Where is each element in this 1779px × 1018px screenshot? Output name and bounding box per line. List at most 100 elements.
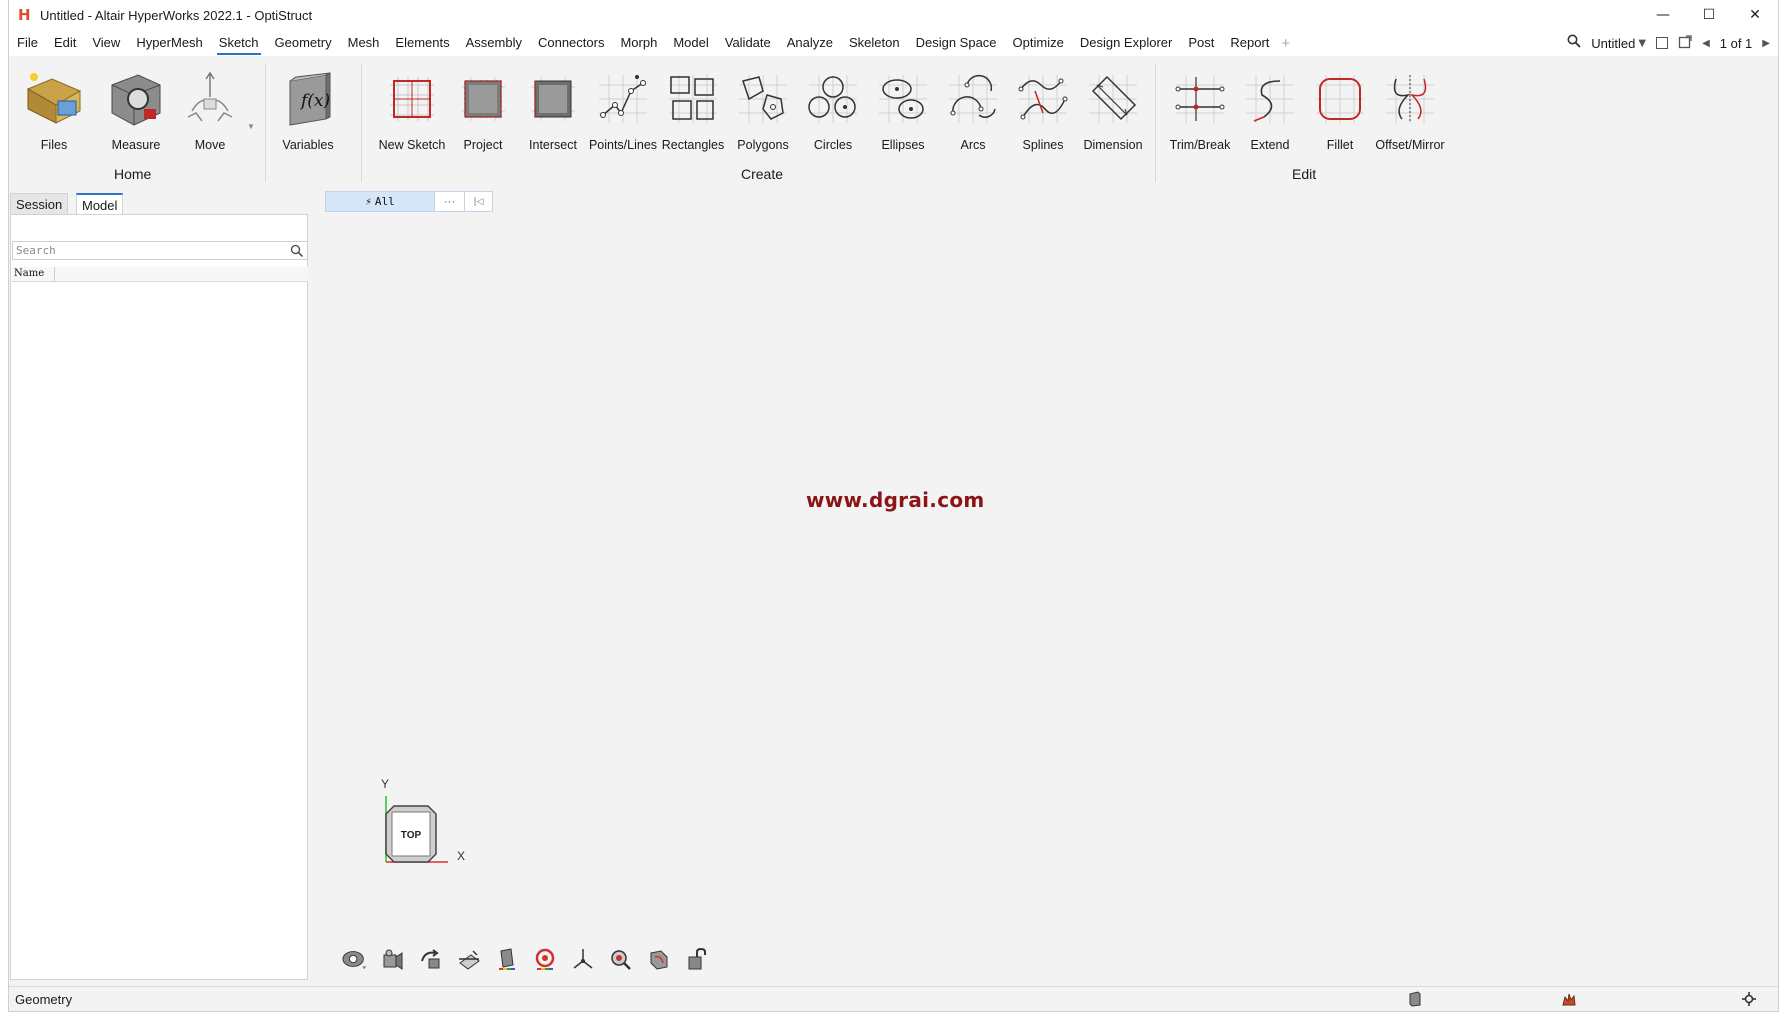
- menu-mesh[interactable]: Mesh: [340, 32, 388, 54]
- rotate-view-icon[interactable]: [418, 946, 444, 972]
- project-label: Project: [463, 138, 503, 152]
- minimize-button[interactable]: —: [1640, 0, 1686, 30]
- graphics-viewport[interactable]: ⚡ All ··· |◁ www.dgrai.com Y X TOP: [310, 190, 1778, 985]
- move-tool[interactable]: Move: [173, 60, 247, 160]
- ellipses-tool[interactable]: Ellipses: [866, 60, 940, 160]
- entity-filter-bar: ⚡ All ··· |◁: [325, 191, 493, 212]
- move-label: Move: [194, 138, 226, 152]
- files-tool[interactable]: Files: [17, 60, 91, 160]
- menu-design-explorer[interactable]: Design Explorer: [1072, 32, 1181, 54]
- function-glyph: f(x): [301, 91, 331, 111]
- measure-tool[interactable]: Measure: [99, 60, 173, 160]
- trim-break-tool[interactable]: Trim/Break: [1163, 60, 1237, 160]
- chevron-down-icon: ▼: [1638, 37, 1647, 49]
- fillet-label: Fillet: [1326, 138, 1354, 152]
- move-dropdown-icon[interactable]: ▼: [247, 122, 255, 131]
- project-icon: [446, 60, 520, 138]
- dimension-icon: [1076, 60, 1150, 138]
- extend-tool[interactable]: Extend: [1233, 60, 1307, 160]
- arcs-tool[interactable]: Arcs: [936, 60, 1010, 160]
- section-cut-icon[interactable]: [456, 946, 482, 972]
- circles-label: Circles: [813, 138, 853, 152]
- view-cube[interactable]: Y X TOP: [378, 777, 488, 888]
- maximize-button[interactable]: ☐: [1686, 0, 1732, 30]
- menu-view[interactable]: View: [84, 32, 128, 54]
- menu-validate[interactable]: Validate: [717, 32, 779, 54]
- column-divider[interactable]: [54, 267, 55, 282]
- title-bar: H Untitled - Altair HyperWorks 2022.1 - …: [9, 0, 1778, 30]
- status-fire-icon[interactable]: [1561, 991, 1577, 1007]
- column-header-name[interactable]: Name: [14, 268, 44, 279]
- color-mode-icon[interactable]: [532, 946, 558, 972]
- menu-edit[interactable]: Edit: [46, 32, 84, 54]
- contour-display-icon[interactable]: [494, 946, 520, 972]
- camera-views-icon[interactable]: [380, 946, 406, 972]
- menu-file[interactable]: File: [9, 32, 46, 54]
- zoom-search-icon[interactable]: [608, 946, 634, 972]
- document-selector[interactable]: Untitled ▼: [1591, 36, 1646, 51]
- close-window-button[interactable]: ✕: [1732, 0, 1778, 30]
- tab-model[interactable]: Model: [76, 193, 124, 215]
- menu-skeleton[interactable]: Skeleton: [841, 32, 908, 54]
- window-controls: — ☐ ✕: [1640, 0, 1778, 30]
- next-page-icon[interactable]: ▶: [1762, 38, 1770, 49]
- new-sketch-label: New Sketch: [378, 138, 446, 152]
- menu-geometry[interactable]: Geometry: [267, 32, 340, 54]
- menu-optimize[interactable]: Optimize: [1005, 32, 1072, 54]
- circles-tool[interactable]: Circles: [796, 60, 870, 160]
- project-tool[interactable]: Project: [446, 60, 520, 160]
- rectangles-tool[interactable]: Rectangles: [656, 60, 730, 160]
- filter-all-button[interactable]: ⚡ All: [326, 192, 434, 211]
- menu-connectors[interactable]: Connectors: [530, 32, 612, 54]
- settings-gear-icon[interactable]: [1741, 991, 1757, 1007]
- view-cube-face-label[interactable]: TOP: [401, 830, 422, 841]
- model-browser: Name: [10, 214, 308, 980]
- menu-assembly[interactable]: Assembly: [458, 32, 530, 54]
- intersect-icon: [516, 60, 590, 138]
- filter-collapse-button[interactable]: |◁: [464, 192, 492, 211]
- lock-view-icon[interactable]: [684, 946, 710, 972]
- offset-mirror-tool[interactable]: Offset/Mirror: [1373, 60, 1447, 160]
- dimension-label: Dimension: [1083, 138, 1143, 152]
- tab-session[interactable]: Session: [10, 193, 69, 215]
- menu-hypermesh[interactable]: HyperMesh: [128, 32, 210, 54]
- menu-elements[interactable]: Elements: [387, 32, 457, 54]
- status-text: Geometry: [15, 992, 73, 1007]
- page-layout-icon[interactable]: [1656, 37, 1669, 49]
- table-header: Name: [12, 267, 308, 282]
- intersect-label: Intersect: [529, 138, 577, 152]
- menu-post[interactable]: Post: [1180, 32, 1222, 54]
- splines-tool[interactable]: Splines: [1006, 60, 1080, 160]
- polygons-tool[interactable]: Polygons: [726, 60, 800, 160]
- group-separator: [361, 64, 362, 182]
- search-field: [12, 241, 308, 260]
- status-bar: Geometry: [9, 986, 1778, 1011]
- menu-design-space[interactable]: Design Space: [908, 32, 1005, 54]
- page-add-icon[interactable]: [1678, 34, 1692, 52]
- intersect-tool[interactable]: Intersect: [516, 60, 590, 160]
- search-input[interactable]: [13, 242, 283, 259]
- menu-morph[interactable]: Morph: [612, 32, 665, 54]
- menu-model[interactable]: Model: [665, 32, 716, 54]
- fillet-tool[interactable]: Fillet: [1303, 60, 1377, 160]
- filter-more-button[interactable]: ···: [434, 192, 464, 211]
- status-model-icon[interactable]: [1407, 991, 1423, 1007]
- shaded-display-icon[interactable]: [646, 946, 672, 972]
- add-ribbon-icon[interactable]: +: [1277, 35, 1294, 52]
- menu-report[interactable]: Report: [1222, 32, 1277, 54]
- new-sketch-icon: [375, 60, 449, 138]
- new-sketch-tool[interactable]: New Sketch: [375, 60, 449, 160]
- search-icon[interactable]: [1567, 34, 1581, 52]
- dimension-tool[interactable]: Dimension: [1076, 60, 1150, 160]
- menu-sketch[interactable]: Sketch: [211, 32, 267, 55]
- view-eye-icon[interactable]: [342, 946, 368, 972]
- document-name: Untitled: [1591, 35, 1636, 51]
- search-icon[interactable]: [290, 244, 304, 258]
- points-lines-tool[interactable]: Points/Lines: [586, 60, 660, 160]
- trim-break-icon: [1163, 60, 1237, 138]
- splines-icon: [1006, 60, 1080, 138]
- watermark-text: www.dgrai.com: [806, 488, 985, 512]
- axis-triad-icon[interactable]: [570, 946, 596, 972]
- previous-page-icon[interactable]: ◀: [1702, 38, 1710, 49]
- menu-analyze[interactable]: Analyze: [779, 32, 841, 54]
